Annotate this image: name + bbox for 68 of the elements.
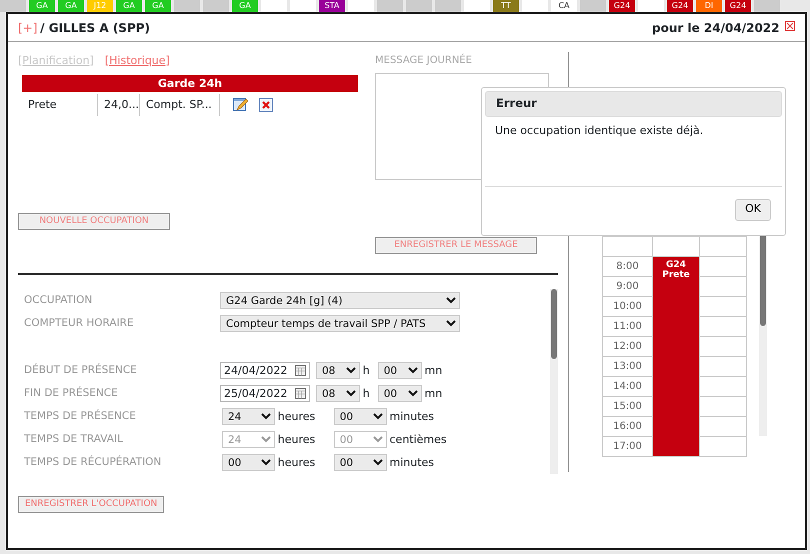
hour-label: 11:00 xyxy=(602,316,652,336)
dropdown[interactable]: Compteur temps de travail SPP / PATS xyxy=(220,315,460,332)
unit-label: minutes xyxy=(390,454,434,470)
schedule-cell: TT xyxy=(493,0,519,12)
table-header: Garde 24h xyxy=(22,74,358,92)
schedule-cell: GA xyxy=(29,0,55,12)
edit-icon[interactable] xyxy=(233,97,248,112)
error-title: Erreur xyxy=(496,95,537,112)
schedule-cell: GA xyxy=(116,0,142,12)
calendar-icon[interactable] xyxy=(295,388,306,400)
calendar-event: G24 Prete xyxy=(652,256,700,456)
hour-label: 13:00 xyxy=(602,356,652,376)
schedule-cell: G24 xyxy=(609,0,635,12)
hour-dropdown[interactable]: 08 xyxy=(316,385,360,402)
hours-dropdown[interactable]: 24 xyxy=(222,408,275,426)
field-label: OCCUPATION xyxy=(24,292,94,308)
schedule-cell: GA xyxy=(58,0,84,12)
hour-label: 9:00 xyxy=(602,276,652,296)
field-label: FIN DE PRÉSENCE xyxy=(24,386,119,401)
unit-label: h xyxy=(362,386,370,402)
unit-label: minutes xyxy=(390,408,434,424)
unit-label: mn xyxy=(424,386,442,402)
field-label: TEMPS DE RÉCUPÉRATION xyxy=(24,454,162,470)
minute-dropdown[interactable]: 00 xyxy=(378,362,422,380)
schedule-cell: G24 xyxy=(667,0,693,12)
field-label: COMPTEUR HORAIRE xyxy=(24,316,135,331)
schedule-cell: DI xyxy=(696,0,722,12)
field-label: DÉBUT DE PRÉSENCE xyxy=(24,362,138,378)
unit-label: centièmes xyxy=(390,432,447,448)
unit-label: heures xyxy=(278,408,316,424)
message-label: MESSAGE JOURNÉE xyxy=(375,52,473,68)
minutes-dropdown[interactable]: 00 xyxy=(334,454,387,472)
hour-label: 17:00 xyxy=(602,436,652,456)
unit-label: heures xyxy=(278,432,316,448)
dialog-date: pour le 24/04/2022 xyxy=(652,20,780,36)
schedule-cell: CA xyxy=(551,0,577,12)
date-field[interactable]: 25/04/2022 xyxy=(220,385,310,402)
hour-label: 16:00 xyxy=(602,416,652,436)
close-icon[interactable] xyxy=(785,21,795,32)
dialog-title: / GILLES A (SPP) xyxy=(40,20,150,36)
field-label: TEMPS DE PRÉSENCE xyxy=(24,408,137,424)
table-cell: 24,0... xyxy=(98,94,140,116)
hour-label: 15:00 xyxy=(602,396,652,416)
dropdown[interactable]: G24 Garde 24h [g] (4) xyxy=(220,292,460,310)
unit-label: h xyxy=(362,362,370,378)
scrollbar-thumb[interactable] xyxy=(551,289,557,360)
schedule-cell: G24 xyxy=(725,0,751,12)
schedule-cell: GA xyxy=(145,0,171,12)
field-label: TEMPS DE TRAVAIL xyxy=(24,432,124,447)
hour-label: 12:00 xyxy=(602,336,652,356)
calendar-icon[interactable] xyxy=(295,365,306,376)
schedule-cell: J12 xyxy=(87,0,113,12)
delete-icon[interactable] xyxy=(259,98,273,112)
hour-label: 10:00 xyxy=(602,296,652,316)
minute-dropdown[interactable]: 00 xyxy=(378,385,422,402)
schedule-cell: STA xyxy=(319,0,345,12)
error-message: Une occupation identique existe déjà. xyxy=(494,123,704,139)
date-field[interactable]: 24/04/2022 xyxy=(220,362,310,380)
minutes-dropdown[interactable]: 00 xyxy=(334,408,387,426)
unit-label: mn xyxy=(424,362,442,378)
hour-dropdown[interactable]: 08 xyxy=(316,362,360,380)
schedule-cell: GA xyxy=(232,0,258,12)
ok-button[interactable]: OK xyxy=(735,198,771,220)
table-cell: Compt. SP... xyxy=(140,94,220,116)
unit-label: heures xyxy=(278,454,316,470)
hours-dropdown[interactable]: 00 xyxy=(222,454,275,472)
table-cell: Prete xyxy=(22,94,98,116)
hour-label: 14:00 xyxy=(602,376,652,396)
